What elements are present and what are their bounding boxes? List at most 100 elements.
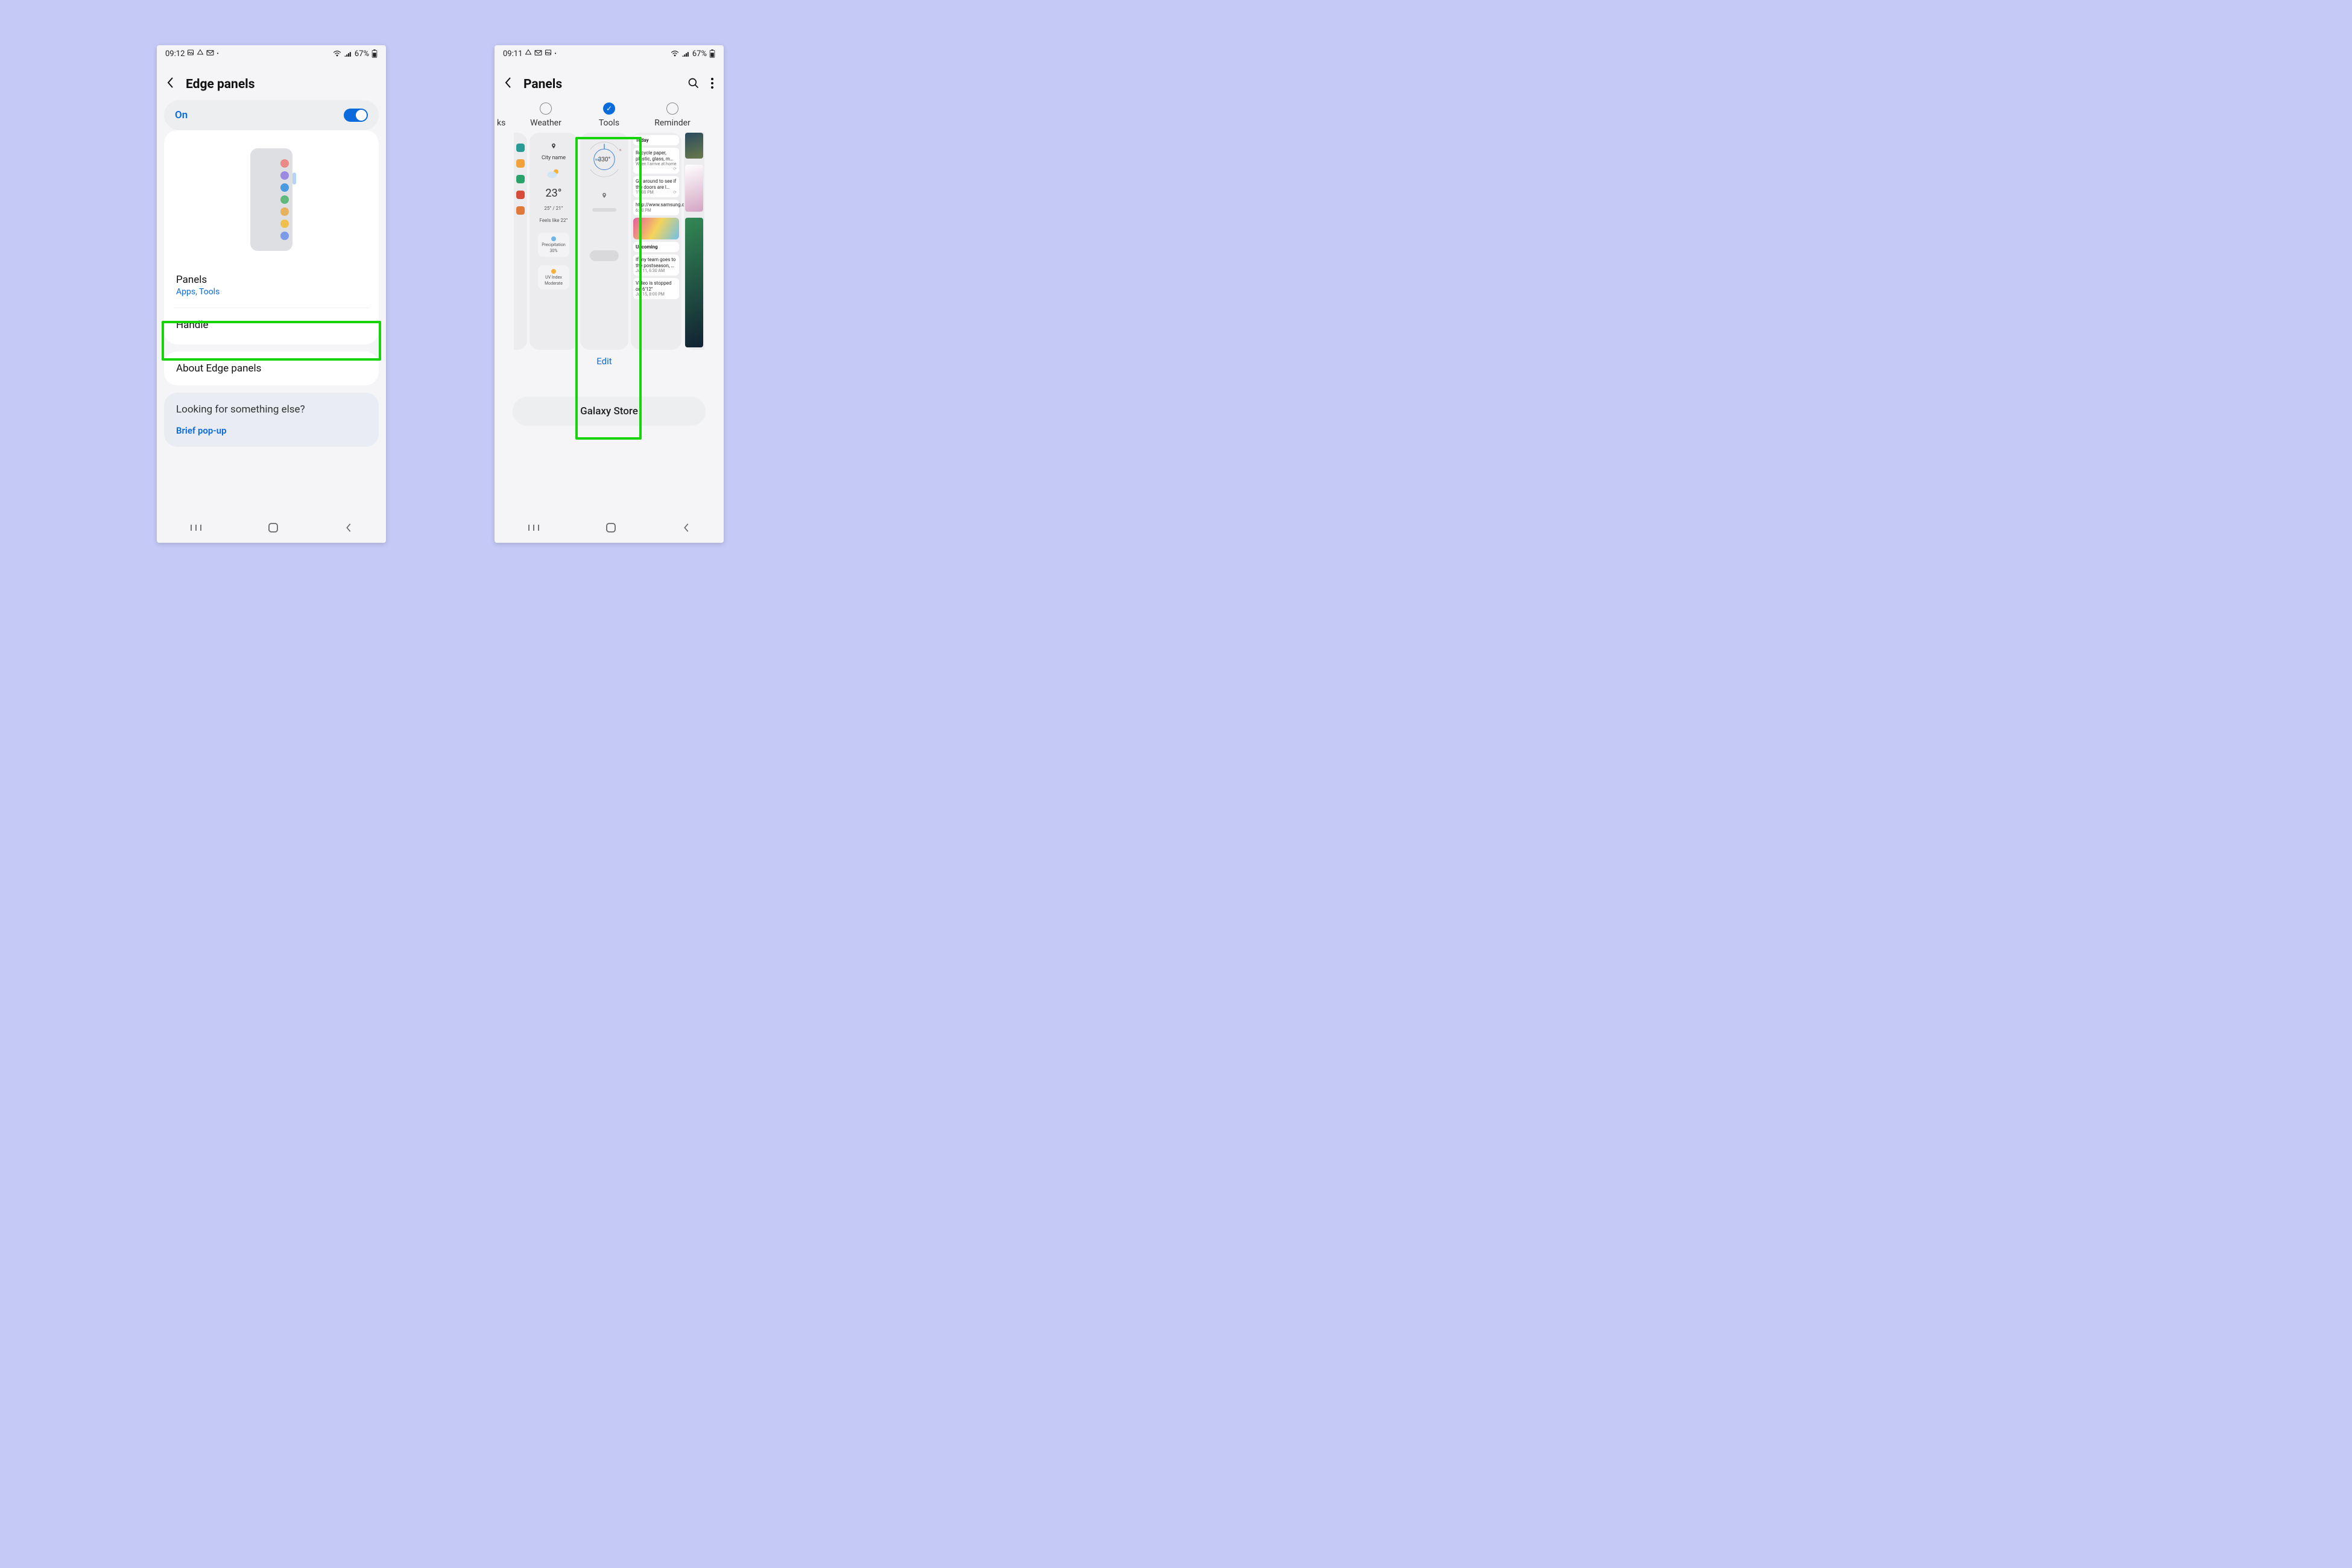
- status-battery-pct: 67%: [692, 49, 707, 58]
- phone-edge-panels-settings: 09:12 • 67%: [157, 45, 386, 543]
- more-dot-icon: •: [217, 51, 218, 57]
- weather-panel-preview[interactable]: City name 23° 25° / 21° Feels like 22° P…: [530, 133, 578, 350]
- svg-text:N: N: [619, 148, 621, 152]
- tools-panel-preview[interactable]: 330° NW N: [580, 133, 628, 350]
- location-pin-icon: [601, 192, 607, 201]
- reminder-card: Today: [633, 135, 679, 145]
- status-time: 09:12: [165, 49, 185, 58]
- repeat-icon: ⟳: [673, 190, 677, 195]
- image-icon: [545, 49, 552, 58]
- panels-subtitle: Apps, Tools: [176, 287, 367, 297]
- app-icon: [516, 191, 525, 199]
- radio-unchecked-icon[interactable]: [666, 103, 678, 115]
- thumb-icon: [685, 165, 703, 212]
- panel-tabs-row: ks Weather ✓ Tools Reminder: [497, 100, 721, 129]
- status-battery-pct: 67%: [355, 49, 369, 58]
- recents-button[interactable]: [190, 522, 202, 536]
- gmail-icon: [206, 49, 214, 58]
- panel-preview-scroller[interactable]: City name 23° 25° / 21° Feels like 22° P…: [497, 129, 721, 370]
- repeat-icon: ⟳: [673, 166, 677, 171]
- suggestion-question: Looking for something else?: [176, 403, 367, 416]
- toggle-label: On: [175, 109, 188, 121]
- app-icon: [516, 206, 525, 215]
- reminder-card: Go around to see if the doors are l… 11:…: [633, 176, 679, 197]
- more-dot-icon: •: [554, 51, 556, 57]
- preview-phone-icon: [250, 148, 292, 251]
- search-button[interactable]: [688, 77, 700, 92]
- header: Panels: [495, 61, 724, 100]
- system-navbar: [157, 516, 386, 543]
- more-menu-button[interactable]: [710, 77, 714, 92]
- nav-back-button[interactable]: [344, 522, 353, 536]
- handle-row[interactable]: Handle: [164, 308, 379, 342]
- wifi-icon: [333, 50, 341, 57]
- reminder-thumbnail: [633, 218, 679, 239]
- panels-row[interactable]: Panels Apps, Tools: [164, 263, 379, 308]
- battery-icon: [371, 49, 378, 58]
- master-toggle-row[interactable]: On: [164, 100, 379, 130]
- app-icon: [516, 175, 525, 183]
- flashlight-button-icon: [590, 250, 619, 261]
- thumb-icon: [685, 133, 703, 159]
- system-navbar: [495, 516, 724, 543]
- page-title: Edge panels: [186, 77, 376, 92]
- battery-icon: [709, 49, 715, 58]
- gmail-icon: [534, 49, 542, 58]
- reminder-card: http://www.samsung.com 6:00 PM: [633, 200, 679, 215]
- signal-icon: [344, 50, 352, 57]
- smartselect-panel-preview-partial[interactable]: [684, 133, 704, 350]
- raindrop-icon: [551, 236, 556, 241]
- nav-back-button[interactable]: [682, 522, 691, 536]
- thumb-icon: [685, 218, 703, 347]
- recents-button[interactable]: [528, 522, 540, 536]
- about-title: About Edge panels: [176, 362, 367, 375]
- app-icon: [516, 144, 525, 152]
- home-button[interactable]: [268, 522, 279, 536]
- reminder-card: If my team goes to the postseason, … Jul…: [633, 254, 679, 276]
- toggle-switch[interactable]: [344, 109, 368, 122]
- phone-panels-picker: 09:11 • 67%: [495, 45, 724, 543]
- image-icon: [187, 49, 194, 58]
- sun-icon: [551, 269, 556, 274]
- back-button[interactable]: [166, 77, 175, 92]
- page-title: Panels: [523, 77, 677, 92]
- drive-icon: [525, 49, 532, 58]
- weather-uv-chip: UV Index Moderate: [538, 265, 569, 289]
- weather-temp: 23°: [546, 187, 562, 200]
- radio-checked-icon[interactable]: ✓: [603, 103, 615, 115]
- reminder-card: Recycle paper, plastic, glass, m… When I…: [633, 148, 679, 174]
- app-icon: [516, 159, 525, 168]
- signal-icon: [681, 50, 690, 57]
- drive-icon: [197, 49, 204, 58]
- weather-feels: Feels like 22°: [540, 218, 568, 224]
- header: Edge panels: [157, 61, 386, 100]
- tab-weather[interactable]: Weather: [514, 103, 577, 128]
- tab-tools[interactable]: ✓ Tools: [578, 103, 640, 128]
- reminder-panel-preview[interactable]: Today Recycle paper, plastic, glass, m… …: [631, 133, 681, 350]
- panels-title: Panels: [176, 274, 367, 286]
- svg-text:330°: 330°: [598, 157, 611, 163]
- edge-panel-preview: [164, 136, 379, 263]
- status-time: 09:11: [503, 49, 522, 58]
- weather-hilo: 25° / 21°: [544, 206, 563, 212]
- tab-partial-right[interactable]: [704, 103, 721, 128]
- level-bar-icon: [592, 208, 616, 212]
- tab-reminder[interactable]: Reminder: [641, 103, 704, 128]
- galaxy-store-button[interactable]: Galaxy Store: [513, 397, 706, 426]
- handle-title: Handle: [176, 319, 367, 331]
- back-button[interactable]: [504, 77, 513, 92]
- suggestion-card: Looking for something else? Brief pop-up: [164, 393, 379, 447]
- status-bar: 09:11 • 67%: [495, 45, 724, 61]
- compass-icon: 330° NW N: [584, 138, 624, 177]
- weather-city: City name: [542, 155, 566, 161]
- about-card[interactable]: About Edge panels: [164, 352, 379, 385]
- location-pin-icon: [551, 142, 557, 151]
- tab-partial-left[interactable]: ks: [497, 103, 514, 128]
- apps-panel-preview-partial[interactable]: [514, 133, 527, 350]
- radio-unchecked-icon[interactable]: [540, 103, 552, 115]
- status-bar: 09:12 • 67%: [157, 45, 386, 61]
- edit-link[interactable]: Edit: [596, 356, 612, 367]
- svg-text:NW: NW: [595, 158, 599, 162]
- suggestion-link[interactable]: Brief pop-up: [176, 425, 367, 436]
- home-button[interactable]: [605, 522, 616, 536]
